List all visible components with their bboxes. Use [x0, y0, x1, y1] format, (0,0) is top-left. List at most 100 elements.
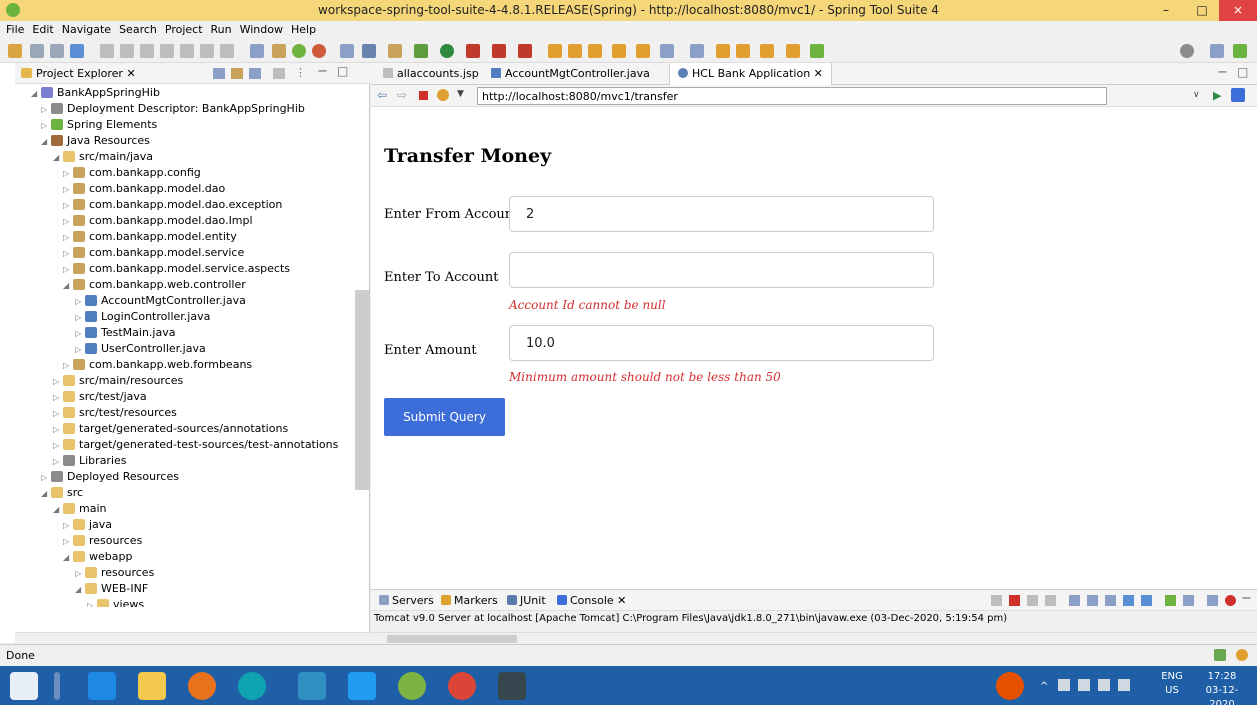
quick-access-search-icon[interactable]: [1180, 44, 1194, 58]
menu-run[interactable]: Run: [207, 21, 236, 36]
menu-navigate[interactable]: Navigate: [58, 21, 115, 36]
tree-item[interactable]: ◢ Java Resources: [41, 133, 150, 149]
menu-help[interactable]: Help: [287, 21, 320, 36]
maximize-button[interactable]: □: [1187, 0, 1217, 21]
menu-project[interactable]: Project: [161, 21, 207, 36]
close-icon[interactable]: ✕: [814, 67, 823, 80]
open-type-icon[interactable]: [272, 44, 286, 58]
network-icon[interactable]: [1078, 679, 1090, 691]
minimize-view-icon[interactable]: −: [317, 64, 328, 79]
word-wrap-icon[interactable]: [1087, 595, 1098, 606]
flag-icon[interactable]: [1058, 679, 1070, 691]
new-package-icon[interactable]: [362, 44, 376, 58]
tree-item[interactable]: ▷ src/test/resources: [53, 405, 177, 421]
open-console-icon[interactable]: [1207, 595, 1218, 606]
tree-item[interactable]: ▷ src/main/resources: [53, 373, 183, 389]
back-icon[interactable]: [716, 44, 730, 58]
minimize-editor-icon[interactable]: −: [1217, 65, 1228, 80]
open-task-icon[interactable]: [568, 44, 582, 58]
open-external-icon[interactable]: [1231, 88, 1245, 102]
maximize-view-icon[interactable]: □: [337, 64, 348, 78]
tree-item[interactable]: ◢ WEB-INF: [75, 581, 148, 597]
edge-icon[interactable]: [238, 672, 266, 700]
spring-perspective-icon[interactable]: [1233, 44, 1247, 58]
spring-boot-dashboard-icon[interactable]: [292, 44, 306, 58]
internet-explorer-icon[interactable]: [88, 672, 116, 700]
tree-item[interactable]: ◢ src: [41, 485, 83, 501]
tree-item[interactable]: ▷ target/generated-test-sources/test-anno…: [53, 437, 338, 453]
tree-item[interactable]: ▷ TestMain.java: [75, 325, 175, 341]
boot-dashboard-icon[interactable]: [1225, 595, 1236, 606]
show-stderr-icon[interactable]: [1123, 595, 1134, 606]
menu-search[interactable]: Search: [115, 21, 161, 36]
link-with-editor-icon[interactable]: [231, 68, 243, 79]
back-arrow-icon[interactable]: ⇦: [377, 88, 387, 102]
tab-servers[interactable]: Servers: [379, 594, 434, 607]
maximize-editor-icon[interactable]: □: [1237, 65, 1248, 79]
terminal-icon[interactable]: [70, 44, 84, 58]
tree-item[interactable]: ◢ webapp: [63, 549, 132, 565]
tree-item[interactable]: ◢ com.bankapp.web.controller: [63, 277, 246, 293]
filter-icon[interactable]: [249, 68, 261, 79]
more-icon[interactable]: ⋮: [295, 66, 306, 79]
wifi-icon[interactable]: [1098, 679, 1110, 691]
show-hidden-icons-icon[interactable]: ^: [1040, 681, 1048, 692]
tree-item[interactable]: ▷ com.bankapp.model.dao: [63, 181, 225, 197]
tree-item[interactable]: ▷ com.bankapp.model.entity: [63, 229, 237, 245]
tree-item[interactable]: ◢ src/main/java: [53, 149, 153, 165]
tree-item[interactable]: ▷ resources: [75, 565, 154, 581]
tree-item[interactable]: ▷ target/generated-sources/annotations: [53, 421, 288, 437]
remove-launch-icon[interactable]: [991, 595, 1002, 606]
profile-icon[interactable]: [518, 44, 532, 58]
tree-item[interactable]: ◢ BankAppSpringHib: [31, 85, 160, 101]
suspend-icon[interactable]: [140, 44, 154, 58]
resume-icon[interactable]: [120, 44, 134, 58]
from-account-input[interactable]: [509, 196, 934, 232]
project-explorer-hscrollbar[interactable]: [15, 632, 370, 644]
stop-icon[interactable]: [419, 91, 428, 100]
notification-icon[interactable]: [1236, 649, 1248, 661]
previous-annotation-icon[interactable]: [690, 44, 704, 58]
console-hscrollbar[interactable]: [371, 632, 1257, 644]
close-icon[interactable]: ✕: [126, 67, 135, 80]
save-all-icon[interactable]: [50, 44, 64, 58]
remote-desktop-icon[interactable]: [298, 672, 326, 700]
tab-console[interactable]: Console ✕: [557, 594, 626, 607]
to-account-input[interactable]: [509, 252, 934, 288]
url-input[interactable]: [477, 87, 1107, 105]
minimize-button[interactable]: –: [1151, 0, 1181, 21]
new-icon[interactable]: [8, 44, 22, 58]
next-annotation-icon[interactable]: [660, 44, 674, 58]
file-explorer-icon[interactable]: [138, 672, 166, 700]
tree-item[interactable]: ◢ main: [53, 501, 106, 517]
tree-item[interactable]: ▷ com.bankapp.model.dao.exception: [63, 197, 282, 213]
scroll-thumb[interactable]: [387, 635, 517, 643]
volume-icon[interactable]: [1118, 679, 1130, 691]
clock[interactable]: 17:28 03-12-2020: [1197, 670, 1247, 705]
debug-icon[interactable]: [312, 44, 326, 58]
show-stdout-icon[interactable]: [1105, 595, 1116, 606]
tree-item[interactable]: ▷ com.bankapp.web.formbeans: [63, 357, 252, 373]
step-over-icon[interactable]: [200, 44, 214, 58]
remove-all-icon[interactable]: [1027, 595, 1038, 606]
new-console-icon[interactable]: [1183, 595, 1194, 606]
terminate-icon[interactable]: [160, 44, 174, 58]
spring-tool-suite-taskbar-icon[interactable]: [398, 672, 426, 700]
url-dropdown-icon[interactable]: ∨: [1193, 90, 1200, 100]
tab-accountmgtcontroller-java[interactable]: AccountMgtController.java: [483, 63, 658, 85]
new-java-project-icon[interactable]: [340, 44, 354, 58]
run-icon[interactable]: [440, 44, 454, 58]
tree-item[interactable]: ▷ views: [87, 597, 144, 607]
vscode-icon[interactable]: [348, 672, 376, 700]
back-history-icon[interactable]: [760, 44, 774, 58]
menu-file[interactable]: File: [0, 21, 28, 36]
tab-markers[interactable]: Markers: [441, 594, 498, 607]
tree-item[interactable]: ▷ UserController.java: [75, 341, 206, 357]
tree-item[interactable]: ▷ Deployment Descriptor: BankAppSpringHib: [41, 101, 305, 117]
chevron-down-icon[interactable]: ▼: [457, 89, 464, 99]
collapse-all-icon[interactable]: [213, 68, 225, 79]
menu-edit[interactable]: Edit: [28, 21, 57, 36]
firefox-icon[interactable]: [188, 672, 216, 700]
refresh-icon[interactable]: [437, 89, 449, 101]
minimize-console-icon[interactable]: −: [1241, 591, 1252, 606]
